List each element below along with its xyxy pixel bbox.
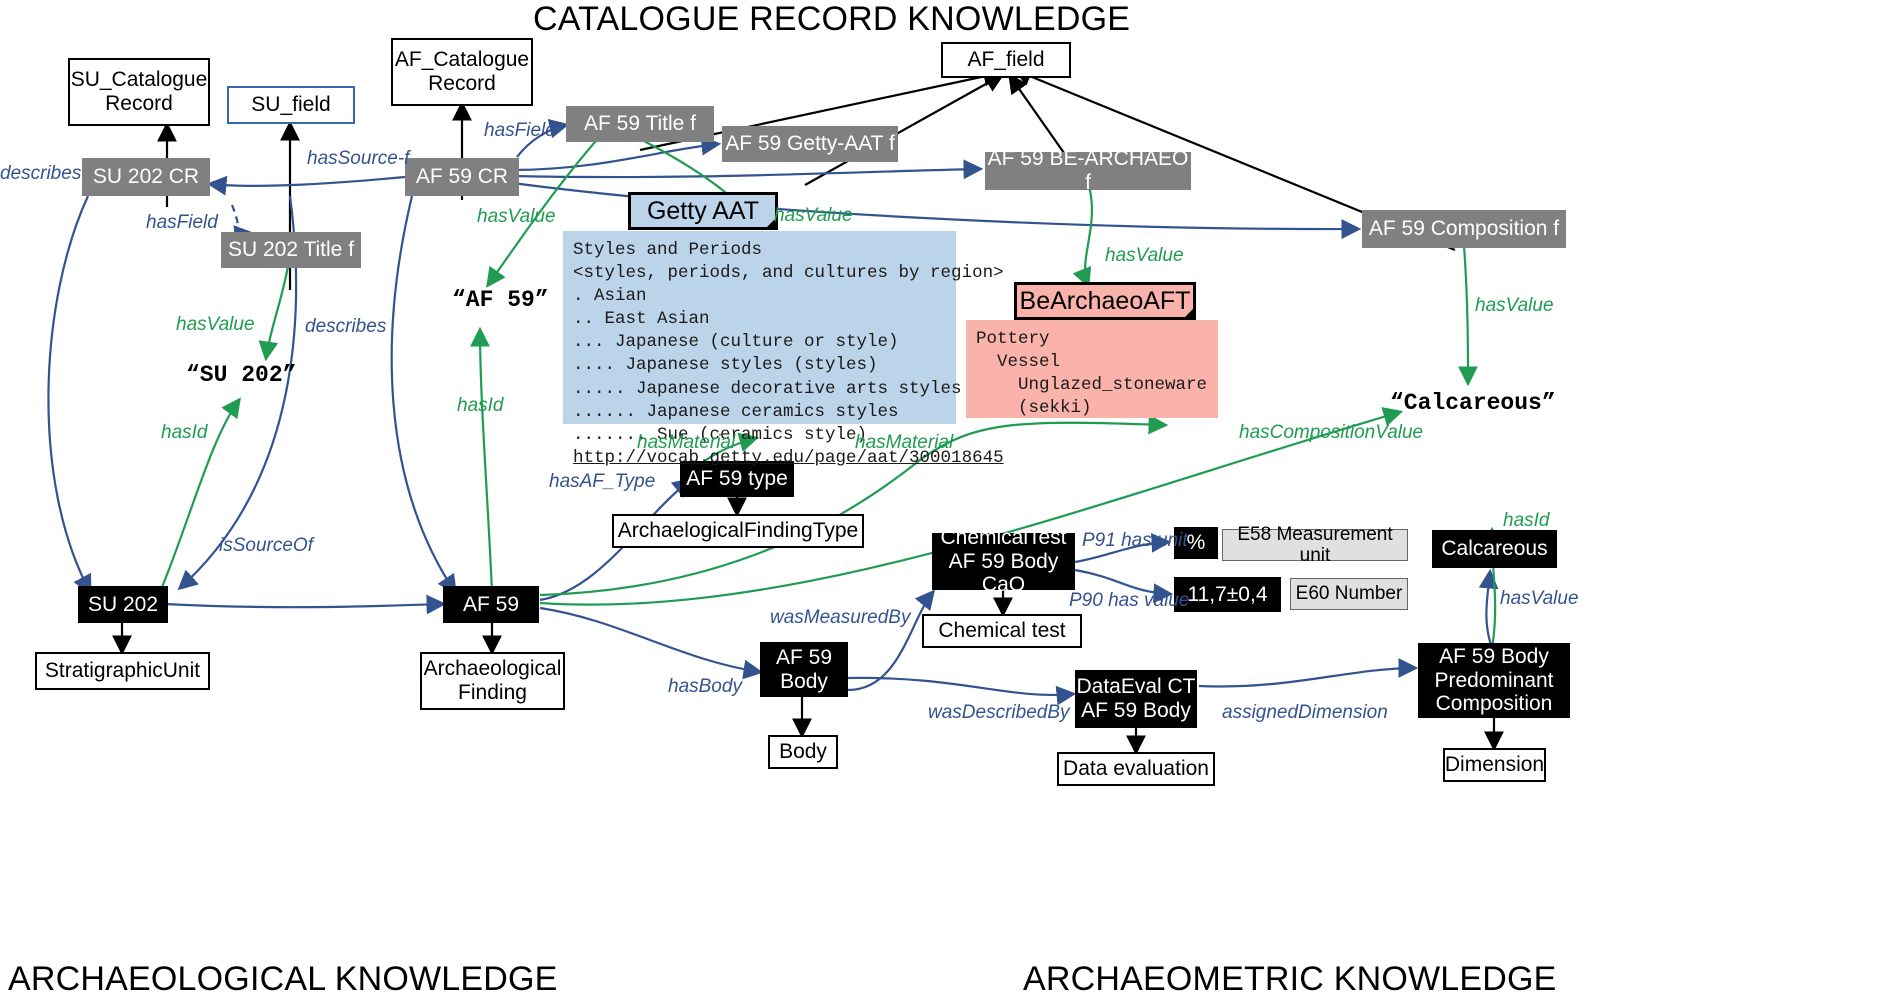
node-af59-body[interactable]: AF 59 Body xyxy=(760,642,848,697)
node-su-field[interactable]: SU_field xyxy=(227,86,355,124)
node-af-catalogue-record[interactable]: AF_Catalogue Record xyxy=(391,38,533,106)
section-title-bottom-left: ARCHAEOLOGICAL KNOWLEDGE xyxy=(8,960,558,998)
edge-label-hasid-af: hasId xyxy=(457,395,504,416)
node-af-field[interactable]: AF_field xyxy=(941,42,1071,78)
edge-label-hascompositionvalue: hasCompositionValue xyxy=(1239,422,1424,443)
edge-wasDescribedBy xyxy=(847,676,1077,706)
edge-hasValue-composition xyxy=(1458,245,1478,387)
node-value-number[interactable]: 11,7±0,4 xyxy=(1174,577,1281,612)
edge-hasValue-bearchaeo xyxy=(1072,189,1094,289)
getty-line-7: ...... Japanese ceramics styles xyxy=(573,401,899,422)
edge-label-hasvalue-af-title: hasValue xyxy=(477,206,556,227)
edge-label-hasid-calcareous: hasId xyxy=(1503,510,1550,531)
edge-label-hassource-f: hasSource-f xyxy=(307,148,410,169)
edge-label-hasfield-su: hasField xyxy=(146,212,218,233)
bearchaeo-line-0: Pottery xyxy=(976,329,1050,349)
node-archaelogical-finding-type[interactable]: ArchaelogicalFindingType xyxy=(612,514,864,548)
literal-su202: “SU 202” xyxy=(186,362,297,388)
edge-label-hasvalue-su-title: hasValue xyxy=(176,314,255,335)
node-su-catalogue-record[interactable]: SU_Catalogue Record xyxy=(68,58,210,126)
edge-label-p91-has-unit: P91 has unit xyxy=(1082,530,1188,551)
edge-label-hasmaterial-right: hasMaterial xyxy=(855,432,954,453)
node-body-class[interactable]: Body xyxy=(768,735,838,769)
edge-label-assigneddimension: assignedDimension xyxy=(1222,702,1388,723)
bearchaeo-line-1: Vessel xyxy=(976,352,1061,373)
section-title-top: CATALOGUE RECORD KNOWLEDGE xyxy=(533,0,1131,38)
note-header-bearchaeoaft-label: BeArchaeoAFT xyxy=(1019,286,1191,315)
node-su202-title-f[interactable]: SU 202 Title f xyxy=(221,232,361,268)
node-stratigraphic-unit[interactable]: StratigraphicUnit xyxy=(35,652,210,690)
node-af59-cr[interactable]: AF 59 CR xyxy=(405,158,519,196)
edge-label-hasvalue-getty: hasValue xyxy=(774,205,853,226)
bearchaeo-line-3: (sekki) xyxy=(976,398,1092,419)
edge-isSourceOf xyxy=(164,594,447,615)
getty-line-2: . Asian xyxy=(573,286,647,307)
getty-line-5: .... Japanese styles (styles) xyxy=(573,355,878,376)
note-header-getty-aat[interactable]: Getty AAT xyxy=(628,192,778,230)
note-body-bearchaeoaft: Pottery Vessel Unglazed_stoneware (sekki… xyxy=(966,320,1218,418)
edge-label-hasvalue-calcareous: hasValue xyxy=(1500,588,1579,609)
note-header-getty-aat-label: Getty AAT xyxy=(646,196,760,225)
edge-label-hasvalue-bearchaeo: hasValue xyxy=(1105,245,1184,266)
node-dimension-class[interactable]: Dimension xyxy=(1443,748,1546,782)
edge-label-hasid-su: hasId xyxy=(161,422,208,443)
getty-line-0: Styles and Periods xyxy=(573,240,763,260)
edge-label-hasvalue-composition: hasValue xyxy=(1475,295,1554,316)
node-chemical-test-class[interactable]: Chemical test xyxy=(922,614,1082,648)
edge-describes-su202cr xyxy=(47,195,92,595)
node-data-evaluation-class[interactable]: Data evaluation xyxy=(1057,752,1215,786)
note-header-bearchaeoaft[interactable]: BeArchaeoAFT xyxy=(1014,282,1196,320)
node-af59-composition-f[interactable]: AF 59 Composition f xyxy=(1362,210,1566,248)
getty-line-1: <styles, periods, and cultures by region… xyxy=(573,263,1004,284)
node-e60-number[interactable]: E60 Number xyxy=(1290,578,1408,610)
edge-label-hasfield-af: hasField xyxy=(484,120,556,141)
note-body-getty-aat: Styles and Periods <styles, periods, and… xyxy=(563,231,1004,468)
getty-line-3: .. East Asian xyxy=(573,309,710,330)
node-af59-getty-aat-f[interactable]: AF 59 Getty-AAT f xyxy=(722,126,898,162)
node-af59-body-predominant-composition[interactable]: AF 59 Body Predominant Composition xyxy=(1418,643,1570,718)
edge-af59cr-to-gettyf xyxy=(511,135,722,172)
edge-label-wasmeasuredby: wasMeasuredBy xyxy=(770,607,911,628)
edge-label-wasdescribedby: wasDescribedBy xyxy=(928,702,1070,723)
node-af59[interactable]: AF 59 xyxy=(443,586,539,623)
edge-label-describes-su-title: describes xyxy=(305,316,387,337)
edge-label-hasaf-type: hasAF_Type xyxy=(549,471,656,492)
literal-calcareous: “Calcareous” xyxy=(1390,390,1556,416)
node-af59-title-f[interactable]: AF 59 Title f xyxy=(566,106,714,142)
section-title-bottom-right: ARCHAEOMETRIC KNOWLEDGE xyxy=(1023,960,1557,998)
literal-af59: “AF 59” xyxy=(452,287,549,313)
edge-hasId-af59 xyxy=(470,326,494,593)
getty-line-4: ... Japanese (culture or style) xyxy=(573,332,899,353)
node-su202[interactable]: SU 202 xyxy=(78,586,168,623)
node-dataeval-ct-af59-body[interactable]: DataEval CT AF 59 Body xyxy=(1075,670,1197,728)
edge-label-describes-left: describes xyxy=(0,163,82,184)
edge-hasValue-su202title xyxy=(258,265,290,362)
diagram-canvas: CATALOGUE RECORD KNOWLEDGE ARCHAEOLOGICA… xyxy=(0,0,1890,1004)
node-e58-measurement-unit[interactable]: E58 Measurement unit xyxy=(1222,524,1408,566)
edge-label-issourceof: isSourceOf xyxy=(219,535,313,556)
node-archaeological-finding[interactable]: Archaeological Finding xyxy=(420,652,565,710)
edge-label-hasbody: hasBody xyxy=(668,676,742,697)
edge-label-p90-has-value: P90 has value xyxy=(1069,590,1190,611)
edge-layer xyxy=(47,66,1504,756)
node-chemicaltest-af59-body-cao[interactable]: ChemicalTest AF 59 Body CaO xyxy=(932,526,1075,596)
edge-af59cr-to-bearchaeof xyxy=(511,159,984,180)
node-su202-cr[interactable]: SU 202 CR xyxy=(82,158,210,196)
bearchaeo-line-2: Unglazed_stoneware xyxy=(976,375,1208,396)
edge-hasValue-calcareous xyxy=(1478,568,1499,649)
node-af59-bearchaeo-f[interactable]: AF 59 BE-ARCHAEO f xyxy=(985,147,1191,194)
getty-line-6: ..... Japanese decorative arts styles xyxy=(573,378,962,399)
edge-assignedDimension xyxy=(1198,658,1419,688)
edge-hasSource-f xyxy=(206,175,406,196)
edge-label-hasmaterial-left: hasMaterial xyxy=(637,432,736,453)
edge-hasBody xyxy=(539,606,764,680)
node-calcareous[interactable]: Calcareous xyxy=(1432,530,1557,568)
edge-af59cr-describes-af59 xyxy=(390,195,457,595)
